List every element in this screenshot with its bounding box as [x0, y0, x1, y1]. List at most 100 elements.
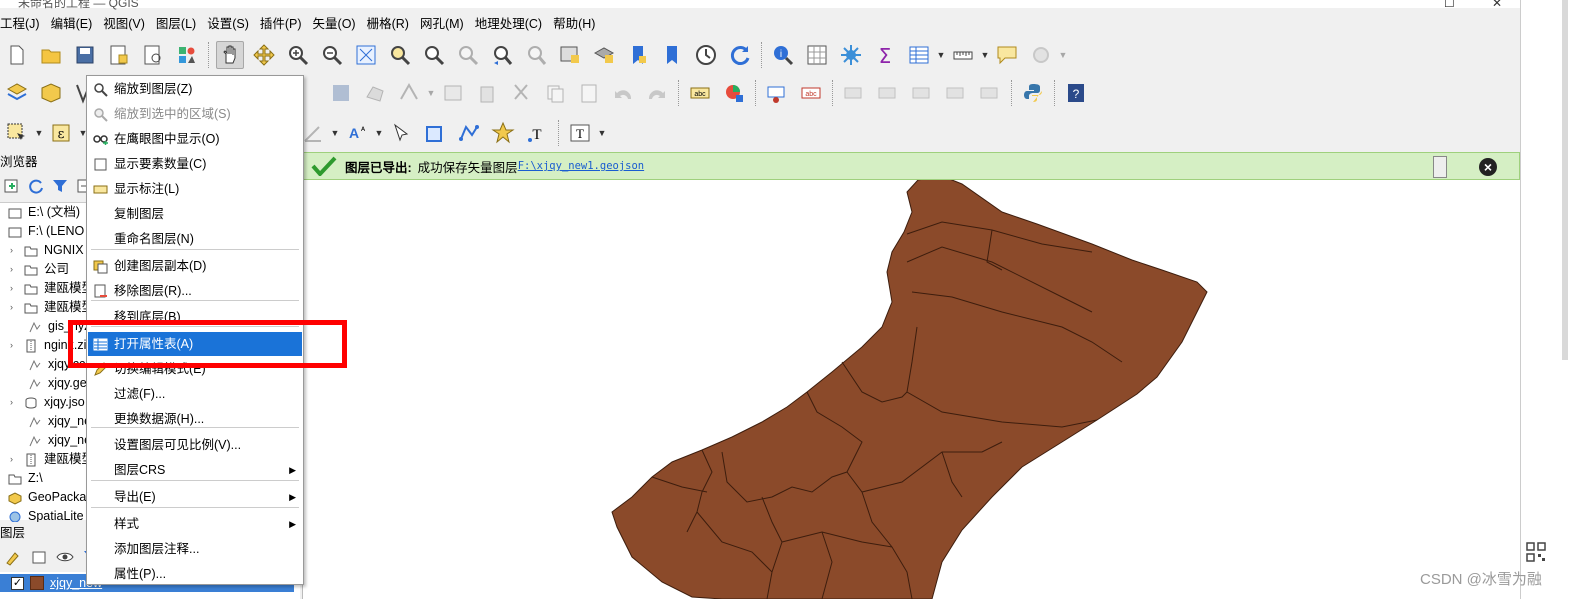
message-scroll-icon[interactable] [1433, 156, 1447, 178]
style-manager-icon[interactable] [173, 41, 201, 69]
message-file-link[interactable]: F:\xjqy_new1.geojson [518, 160, 644, 172]
add-selected-layers-icon[interactable] [3, 177, 21, 195]
open-project-icon[interactable] [37, 41, 65, 69]
chevron-right-icon[interactable]: › [10, 450, 20, 469]
context-menu-item[interactable]: 过滤(F)... [88, 382, 302, 406]
context-menu-item[interactable]: 样式 ▶ [88, 512, 302, 536]
filter-icon[interactable] [51, 177, 69, 195]
browser-tree-item[interactable]: › NGNIX [10, 241, 84, 260]
chevron-down-icon[interactable]: ▼ [34, 128, 44, 138]
pan-map-icon[interactable] [216, 41, 244, 69]
menu-item[interactable]: 工程(J) [0, 14, 45, 34]
python-console-icon[interactable] [1019, 79, 1047, 107]
menu-item[interactable]: 图层(L) [156, 14, 201, 34]
change-label-icon[interactable] [976, 79, 1004, 107]
chevron-down-icon[interactable]: ▼ [980, 50, 990, 60]
chevron-down-icon[interactable]: ▼ [1058, 50, 1068, 60]
menu-item[interactable]: 栅格(R) [367, 14, 414, 34]
toggle-display-unplaced-labels-icon[interactable]: abc [797, 79, 825, 107]
refresh-icon[interactable] [726, 41, 754, 69]
pan-to-selection-icon[interactable] [250, 41, 278, 69]
refresh-icon[interactable] [27, 177, 45, 195]
chevron-down-icon[interactable]: ▼ [374, 128, 384, 138]
polyline-annotation-icon[interactable] [455, 119, 483, 147]
chevron-right-icon[interactable]: › [10, 336, 20, 355]
vertex-tool-icon[interactable] [395, 79, 423, 107]
identify-features-icon[interactable]: i [769, 41, 797, 69]
new-geopackage-layer-icon[interactable] [37, 79, 65, 107]
statistical-summary-icon[interactable]: Σ [871, 41, 899, 69]
cut-features-icon[interactable] [507, 79, 535, 107]
chevron-right-icon[interactable]: › [10, 260, 20, 279]
select-annotation-icon[interactable] [387, 119, 415, 147]
context-menu-item[interactable]: 导出(E) ▶ [88, 485, 302, 509]
context-menu-item[interactable]: 重命名图层(N) [88, 227, 302, 251]
context-menu-item[interactable]: 显示要素数量(C) [88, 152, 302, 176]
show-bookmarks-icon[interactable] [658, 41, 686, 69]
text-format-icon[interactable]: T [566, 119, 594, 147]
new-map-view-icon[interactable] [556, 41, 584, 69]
qr-code-icon[interactable] [1526, 542, 1546, 562]
redo-icon[interactable] [643, 79, 671, 107]
help-contents-icon[interactable]: ? [1062, 79, 1090, 107]
chevron-down-icon[interactable]: ▼ [597, 128, 607, 138]
browser-tree-item[interactable]: E:\ (文档) [8, 203, 80, 222]
undo-icon[interactable] [609, 79, 637, 107]
paste-features-icon[interactable] [575, 79, 603, 107]
browser-tree-item[interactable]: xjqy.ge [28, 374, 87, 393]
polygon-annotation-icon[interactable] [421, 119, 449, 147]
layer-visibility-checkbox[interactable]: ✓ [11, 576, 24, 590]
browser-tree-item[interactable]: Z:\ [8, 469, 43, 488]
context-menu-item[interactable]: 复制图层 [88, 202, 302, 226]
attribute-table-icon[interactable] [905, 41, 933, 69]
highlight-pinned-labels-icon[interactable] [763, 79, 791, 107]
chevron-down-icon[interactable]: ▼ [330, 128, 340, 138]
browser-tree-item[interactable]: xjqy_ne [28, 412, 91, 431]
context-menu-item[interactable]: 显示标注(L) [88, 177, 302, 201]
open-layer-styling-icon[interactable] [4, 548, 22, 566]
zoom-to-layer-icon[interactable] [420, 41, 448, 69]
browser-tree-item[interactable]: F:\ (LENO [8, 222, 84, 241]
marker-annotation-icon[interactable] [489, 119, 517, 147]
zoom-last-icon[interactable] [488, 41, 516, 69]
save-project-icon[interactable] [71, 41, 99, 69]
layout-manager-icon[interactable] [139, 41, 167, 69]
delete-selected-icon[interactable] [473, 79, 501, 107]
menu-item[interactable]: 编辑(E) [51, 14, 98, 34]
chevron-down-icon[interactable]: ▼ [426, 88, 436, 98]
zoom-in-icon[interactable] [284, 41, 312, 69]
new-print-layout-icon[interactable] [105, 41, 133, 69]
add-group-icon[interactable] [30, 548, 48, 566]
close-message-icon[interactable]: × [1479, 158, 1497, 176]
data-source-manager-icon[interactable] [3, 79, 31, 107]
context-menu-item[interactable]: 缩放到选中的区域(S) [88, 102, 302, 126]
context-menu-item[interactable]: 在鹰眼图中显示(O) [88, 127, 302, 151]
browser-tree-item[interactable]: GeoPacka [8, 488, 86, 507]
modify-attributes-icon[interactable] [439, 79, 467, 107]
rotate-label-icon[interactable] [942, 79, 970, 107]
chevron-right-icon[interactable]: › [10, 279, 20, 298]
close-window-icon[interactable]: ✕ [1492, 0, 1502, 10]
browser-tree-item[interactable]: › 建瓯模型 [10, 298, 94, 317]
new-project-icon[interactable] [3, 41, 31, 69]
text-annotation-icon[interactable]: Aᴬ [343, 119, 371, 147]
chevron-right-icon[interactable]: › [10, 298, 20, 317]
layer-symbol-swatch[interactable] [30, 576, 44, 590]
browser-tree-item[interactable]: › 公司 [10, 260, 69, 279]
show-hide-labels-icon[interactable] [874, 79, 902, 107]
move-label-icon[interactable] [908, 79, 936, 107]
menu-item[interactable]: 视图(V) [103, 14, 150, 34]
copy-features-icon[interactable] [541, 79, 569, 107]
context-menu-item[interactable]: 属性(P)... [88, 562, 302, 586]
browser-tree-item[interactable]: › xjqy.jso [10, 393, 85, 412]
menu-item[interactable]: 矢量(O) [313, 14, 361, 34]
zoom-to-selection-icon[interactable] [386, 41, 414, 69]
chevron-right-icon[interactable]: › [10, 241, 20, 260]
pin-labels-icon[interactable] [840, 79, 868, 107]
zoom-native-icon[interactable] [454, 41, 482, 69]
maximize-icon[interactable]: ☐ [1444, 0, 1455, 10]
context-menu-item[interactable]: 图层CRS ▶ [88, 458, 302, 482]
select-features-icon[interactable] [3, 119, 31, 147]
eye-icon[interactable] [56, 548, 74, 566]
chevron-right-icon[interactable]: › [10, 393, 20, 412]
